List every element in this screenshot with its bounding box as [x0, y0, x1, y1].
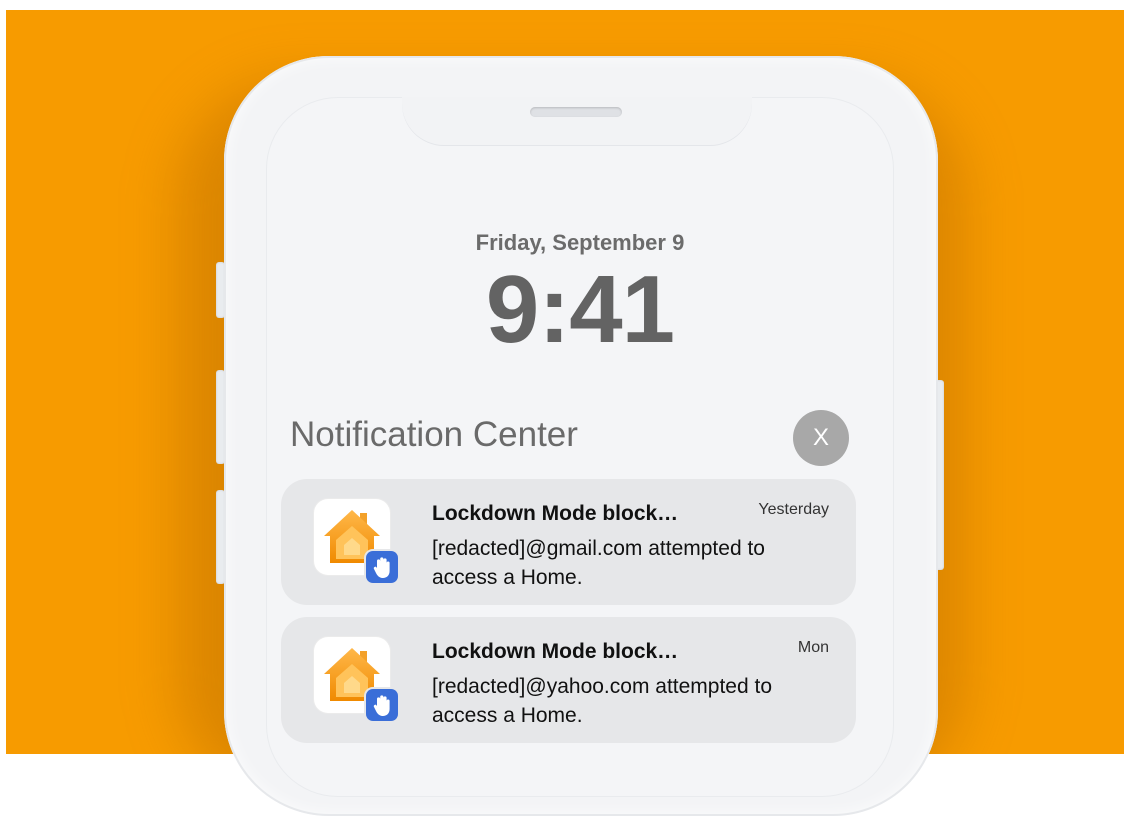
lock-screen-time: 9:41 — [485, 256, 675, 363]
hand-stop-icon — [366, 689, 398, 721]
notch — [402, 97, 752, 145]
notification-center-title: Notification Center — [290, 415, 578, 454]
notification-time: Mon — [797, 639, 829, 656]
speaker-grille — [530, 107, 622, 117]
notification-body: [redacted]@gmail.com attempted to access… — [432, 537, 765, 589]
notification-card[interactable]: Lockdown Mode block… Yesterday [redacted… — [281, 479, 856, 605]
notification-card[interactable]: Lockdown Mode block… Mon [redacted]@yaho… — [281, 617, 856, 743]
hand-stop-icon — [366, 551, 398, 583]
notification-time: Yesterday — [758, 501, 829, 518]
notification-body: [redacted]@yahoo.com attempted to access… — [432, 675, 773, 727]
clear-notifications-button[interactable]: X — [793, 410, 849, 466]
notification-title: Lockdown Mode block… — [432, 640, 679, 663]
lock-screen-date: Friday, September 9 — [475, 230, 685, 255]
notification-title: Lockdown Mode block… — [432, 502, 679, 525]
phone-screen: Friday, September 9 9:41 Notification Ce… — [266, 97, 894, 797]
